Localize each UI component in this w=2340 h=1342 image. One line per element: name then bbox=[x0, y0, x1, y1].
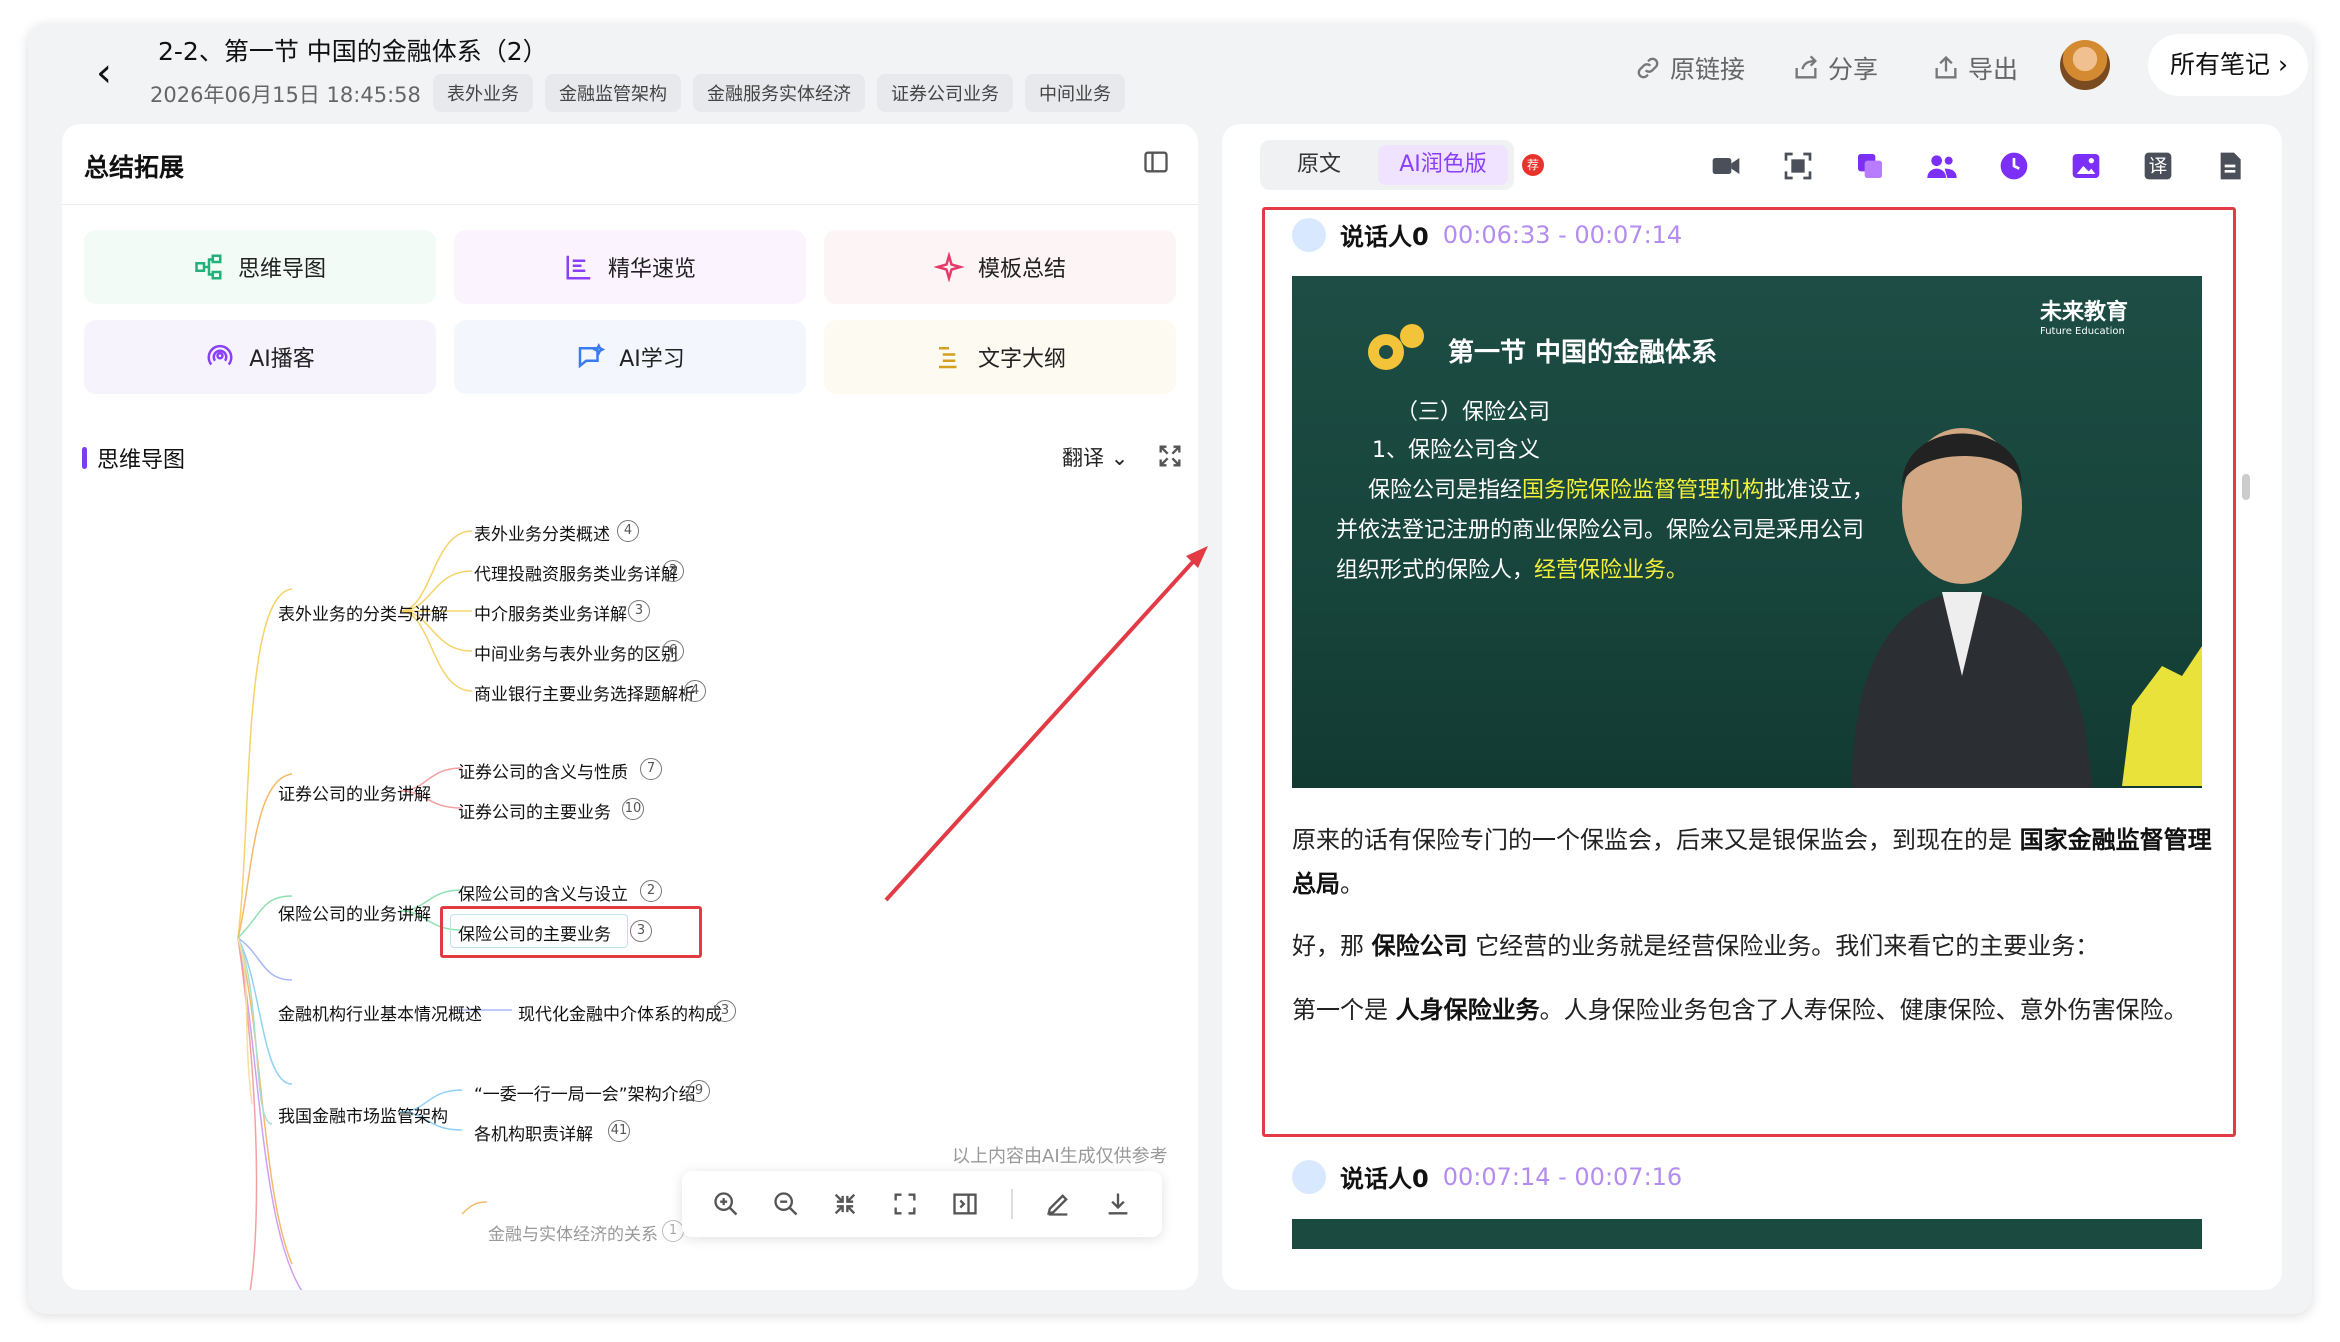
tab-original[interactable]: 原文 bbox=[1264, 145, 1374, 185]
slide-text: 保险公司是指经 bbox=[1368, 478, 1523, 503]
slide-text-highlight: 国务院保险监督管理机构 bbox=[1522, 478, 1765, 503]
transcript-paragraph[interactable]: 原来的话有保险专门的一个保监会，后来又是银保监会，到现在的是 国家金融监督管理总… bbox=[1292, 818, 2212, 906]
gear-icon bbox=[1368, 324, 1424, 370]
brand-logo: 未来教育 Future Education bbox=[2040, 294, 2128, 337]
speaker-avatar-icon bbox=[1292, 1159, 1326, 1194]
video-icon[interactable] bbox=[1710, 150, 1742, 182]
logo-text: 未来教育 bbox=[2040, 300, 2129, 325]
clock-icon[interactable] bbox=[1998, 150, 2030, 182]
speaker-header: 说话人0 00:06:33 - 00:07:14 bbox=[1292, 217, 1682, 252]
scrollbar-thumb[interactable] bbox=[2242, 474, 2250, 500]
slide-line: 并依法登记注册的商业保险公司。保险公司是采用公司 bbox=[1336, 518, 1865, 543]
app-window: ‹ 2-2、第一节 中国的金融体系（2） 2026年06月15日 18:45:5… bbox=[28, 24, 2312, 1314]
timestamp[interactable]: 00:06:33 - 00:07:14 bbox=[1443, 221, 1683, 249]
speakers-icon[interactable] bbox=[1926, 150, 1958, 182]
paragraph-text: 第一个是 bbox=[1292, 996, 1396, 1024]
speaker-avatar-icon bbox=[1292, 217, 1326, 252]
svg-text:译: 译 bbox=[2149, 157, 2168, 178]
slide-title: 第一节 中国的金融体系 bbox=[1448, 338, 1718, 368]
view-tabs: 原文 AI润色版 荐 bbox=[1260, 140, 1544, 190]
speaker-name[interactable]: 说话人0 bbox=[1340, 217, 1429, 252]
translate-icon[interactable]: 译 bbox=[2142, 150, 2174, 182]
timestamp[interactable]: 00:07:14 - 00:07:16 bbox=[1443, 1163, 1683, 1191]
paragraph-text: 好，那 bbox=[1292, 932, 1372, 960]
slide-line: 1、保险公司含义 bbox=[1372, 438, 1540, 463]
document-icon[interactable] bbox=[2214, 150, 2246, 182]
paragraph-bold: 人身保险业务 bbox=[1395, 996, 1540, 1024]
lecturer-figure bbox=[1852, 428, 2202, 788]
video-frame[interactable] bbox=[1292, 1219, 2202, 1249]
paragraph-text: 。 bbox=[1340, 870, 1364, 898]
speaker-header: 说话人0 00:07:14 - 00:07:16 bbox=[1292, 1159, 1682, 1194]
slide-line: （三）保险公司 bbox=[1396, 400, 1551, 425]
paragraph-text: 。人身保险业务包含了人寿保险、健康保险、意外伤害保险。 bbox=[1539, 996, 2188, 1024]
screenshot-icon[interactable] bbox=[1782, 150, 1814, 182]
slide-line: 保险公司是指经国务院保险监督管理机构批准设立， bbox=[1368, 472, 1874, 504]
recommend-badge: 荐 bbox=[1522, 154, 1544, 176]
transcript-panel: 原文 AI润色版 荐 译 说话人0 00:06:33 - 00:07:14 第一… bbox=[1222, 124, 2282, 1290]
paragraph-text: 它经营的业务就是经营保险业务。我们来看它的主要业务： bbox=[1467, 932, 2100, 960]
logo-subtext: Future Education bbox=[2040, 326, 2125, 337]
image-icon[interactable] bbox=[2070, 150, 2102, 182]
transcript-paragraph[interactable]: 好，那 保险公司 它经营的业务就是经营保险业务。我们来看它的主要业务： bbox=[1292, 924, 2212, 968]
slide-text: 组织形式的保险人， bbox=[1336, 558, 1535, 583]
slide-line: 组织形式的保险人，经营保险业务。 bbox=[1336, 552, 1688, 584]
tab-ai-polished[interactable]: AI润色版 bbox=[1378, 145, 1508, 185]
transcript-paragraph[interactable]: 第一个是 人身保险业务。人身保险业务包含了人寿保险、健康保险、意外伤害保险。 bbox=[1292, 988, 2212, 1032]
video-frame[interactable]: 第一节 中国的金融体系 未来教育 Future Education （三）保险公司… bbox=[1292, 276, 2202, 788]
paragraph-text: 原来的话有保险专门的一个保监会，后来又是银保监会，到现在的是 bbox=[1292, 826, 2020, 854]
speaker-name[interactable]: 说话人0 bbox=[1340, 1159, 1429, 1194]
slide-text-highlight: 经营保险业务。 bbox=[1534, 558, 1689, 583]
paragraph-bold: 保险公司 bbox=[1371, 932, 1468, 960]
copy-icon[interactable] bbox=[1854, 150, 1886, 182]
